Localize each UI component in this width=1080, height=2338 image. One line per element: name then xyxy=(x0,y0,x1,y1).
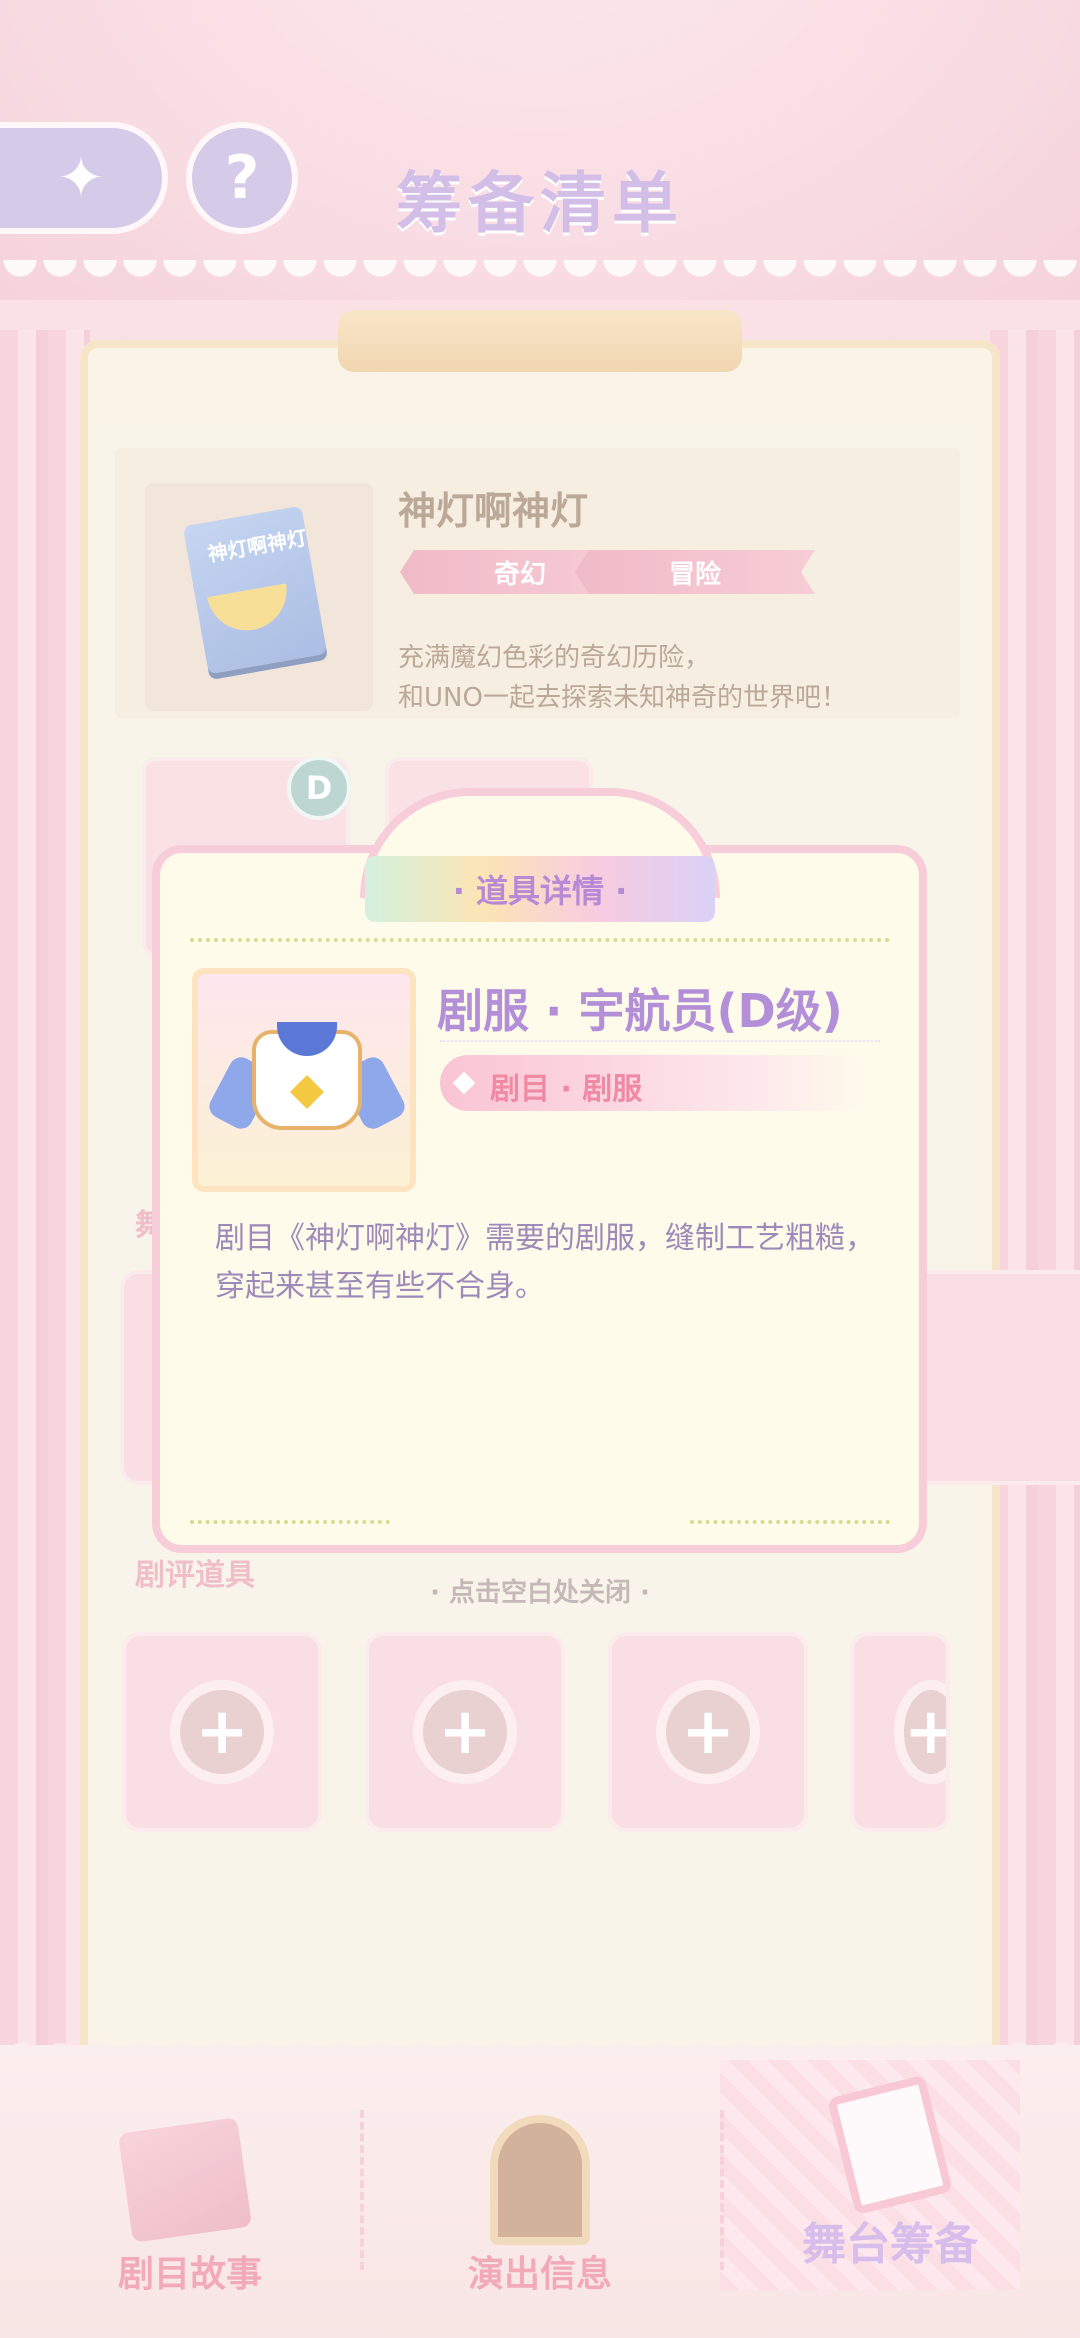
item-category: 剧目 · 剧服 xyxy=(490,1072,643,1107)
divider xyxy=(190,938,890,942)
divider xyxy=(190,1520,390,1524)
item-description: 剧目《神灯啊神灯》需要的剧服，缝制工艺粗糙，穿起来甚至有些不合身。 xyxy=(215,1221,875,1304)
close-hint: · 点击空白处关闭 · xyxy=(430,1578,650,1608)
item-detail-modal xyxy=(152,845,927,1553)
divider xyxy=(440,1040,880,1042)
modal-title: · 道具详情 · xyxy=(365,856,715,922)
divider xyxy=(690,1520,890,1524)
item-name: 剧服 · 宇航员(D级) xyxy=(437,984,843,1038)
